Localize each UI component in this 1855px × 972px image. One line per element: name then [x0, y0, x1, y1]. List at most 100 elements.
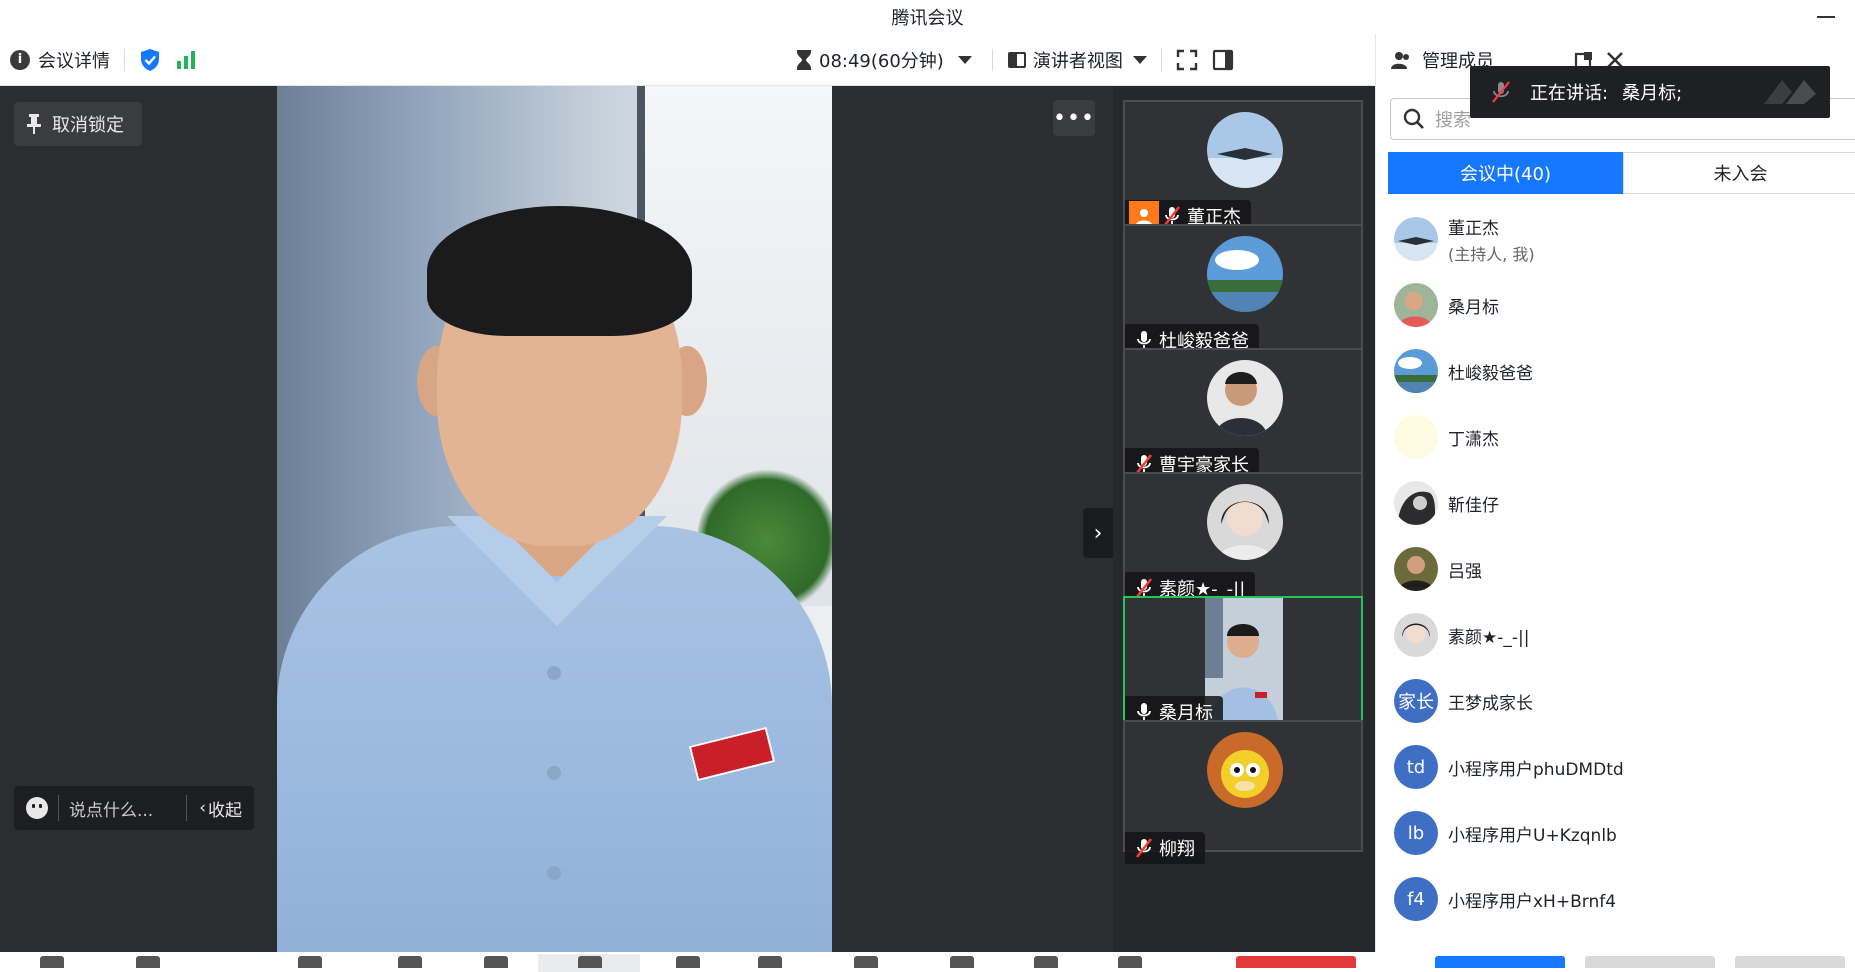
- chat-input[interactable]: 说点什么...: [69, 796, 186, 821]
- participant-thumbnails: 董正杰 杜峻毅爸爸 曹宇豪家长 素颜★-_-|| 桑月标 柳翔: [1113, 86, 1375, 952]
- thumbnail-tile[interactable]: 素颜★-_-||: [1123, 472, 1363, 606]
- expand-gallery-button[interactable]: ›: [1083, 508, 1113, 558]
- member-text: 小程序用户xH+Brnf4: [1448, 887, 1616, 912]
- list-item[interactable]: 靳佳仔: [1376, 470, 1855, 536]
- thumbnail-tile[interactable]: 曹宇豪家长: [1123, 348, 1363, 482]
- pin-icon: [27, 114, 41, 134]
- sidebar-toggle-icon[interactable]: [1212, 49, 1234, 71]
- avatar-initials: 家长: [1398, 692, 1434, 713]
- security-shield-icon[interactable]: [139, 48, 161, 72]
- member-text: 吕强: [1448, 557, 1482, 582]
- speaking-name: 桑月标;: [1622, 83, 1683, 104]
- divider: [1160, 48, 1162, 71]
- main-video-stage: 取消锁定 ••• 说点什么... ‹ 收起 ›: [0, 86, 1113, 952]
- layout-grid-icon[interactable]: [1034, 956, 1058, 968]
- member-name: 丁潇杰: [1448, 429, 1499, 450]
- emoji-icon[interactable]: [26, 797, 48, 819]
- list-item[interactable]: f4 小程序用户xH+Brnf4: [1376, 866, 1855, 932]
- window-title: 腾讯会议: [891, 8, 964, 29]
- invite-icon[interactable]: [484, 956, 508, 968]
- list-item[interactable]: lb 小程序用户U+Kzqnlb: [1376, 800, 1855, 866]
- list-item[interactable]: 家长 王梦成家长: [1376, 668, 1855, 734]
- settings-icon[interactable]: [1118, 956, 1142, 968]
- mute-all-button[interactable]: [1585, 956, 1715, 968]
- collapse-chat-button[interactable]: ‹ 收起: [186, 795, 254, 821]
- hourglass-icon: [797, 49, 811, 70]
- minimize-icon[interactable]: [1817, 8, 1835, 26]
- thumbnail-tile[interactable]: 杜峻毅爸爸: [1123, 224, 1363, 358]
- list-item[interactable]: td 小程序用户phuDMDtd: [1376, 734, 1855, 800]
- thumbnail-name: 柳翔: [1159, 839, 1195, 860]
- member-name: 桑月标: [1448, 297, 1499, 318]
- unlock-pin-button[interactable]: 取消锁定: [14, 102, 142, 146]
- members-icon: [1391, 52, 1409, 69]
- avatar: [1394, 547, 1438, 591]
- meeting-timer[interactable]: 08:49(60分钟): [795, 47, 972, 73]
- meeting-details-label: 会议详情: [38, 50, 110, 72]
- security-icon[interactable]: [398, 956, 422, 968]
- avatar: [1394, 283, 1438, 327]
- meeting-toolbar: i 会议详情 08:49(60分钟) 演讲者视图: [0, 34, 1375, 86]
- unlock-label: 取消锁定: [52, 115, 124, 136]
- more-actions-button[interactable]: [1735, 956, 1845, 968]
- divider: [58, 795, 59, 821]
- timer-text: 08:49(60分钟): [819, 50, 944, 72]
- apps-icon[interactable]: [950, 956, 974, 968]
- speaker-video[interactable]: [277, 86, 832, 952]
- member-tabs: 会议中(40) 未入会: [1388, 152, 1855, 194]
- avatar: lb: [1394, 811, 1438, 855]
- member-text: 杜峻毅爸爸: [1448, 359, 1533, 384]
- view-mode-dropdown[interactable]: 演讲者视图: [1007, 47, 1147, 73]
- end-meeting-button[interactable]: [1236, 956, 1356, 968]
- chat-input-bar[interactable]: 说点什么... ‹ 收起: [14, 786, 254, 830]
- avatar: [1394, 349, 1438, 393]
- video-icon[interactable]: [136, 956, 160, 968]
- thumbnail-tile[interactable]: 柳翔: [1123, 720, 1363, 864]
- avatar: [1207, 484, 1283, 560]
- share-screen-icon[interactable]: [298, 956, 322, 968]
- list-item[interactable]: 杜峻毅爸爸: [1376, 338, 1855, 404]
- list-item[interactable]: 丁潇杰: [1376, 404, 1855, 470]
- raise-hand-icon[interactable]: [854, 956, 878, 968]
- avatar: [1394, 415, 1438, 459]
- chat-icon[interactable]: [676, 956, 700, 968]
- mic-muted-icon: [1492, 81, 1510, 103]
- avatar: [1207, 112, 1283, 188]
- member-role: (主持人, 我): [1448, 244, 1535, 264]
- thumbnail-tile[interactable]: 董正杰: [1123, 100, 1363, 234]
- title-bar: 腾讯会议: [0, 0, 1855, 34]
- chevron-left-icon: ‹: [199, 798, 206, 818]
- member-name: 杜峻毅爸爸: [1448, 363, 1533, 384]
- list-item[interactable]: 吕强: [1376, 536, 1855, 602]
- fullscreen-icon[interactable]: [1176, 49, 1198, 71]
- speaker-hair: [427, 206, 692, 336]
- meeting-details-button[interactable]: i 会议详情: [10, 47, 110, 73]
- avatar-initials: f4: [1407, 888, 1425, 910]
- member-name: 董正杰: [1448, 218, 1499, 239]
- list-item[interactable]: 素颜★-_-||: [1376, 602, 1855, 668]
- more-icon: •••: [1053, 105, 1095, 131]
- thumbnail-label: 柳翔: [1125, 832, 1205, 864]
- search-placeholder: 搜索: [1435, 110, 1471, 131]
- avatar: [1394, 481, 1438, 525]
- member-name: 素颜★-_-||: [1448, 627, 1530, 648]
- tab-in-meeting[interactable]: 会议中(40): [1388, 152, 1623, 194]
- list-item[interactable]: 桑月标: [1376, 272, 1855, 338]
- network-signal-icon[interactable]: [177, 50, 195, 69]
- record-icon[interactable]: [758, 956, 782, 968]
- manage-members-icon[interactable]: [578, 956, 602, 968]
- divider: [124, 48, 125, 71]
- member-name: 小程序用户phuDMDtd: [1448, 759, 1624, 780]
- avatar: [1207, 236, 1283, 312]
- more-options-button[interactable]: •••: [1053, 100, 1095, 136]
- collapse-label: 收起: [208, 800, 242, 821]
- tab-not-joined[interactable]: 未入会: [1623, 152, 1855, 194]
- invite-button[interactable]: [1435, 956, 1565, 968]
- mute-icon[interactable]: [40, 956, 64, 968]
- member-name: 小程序用户xH+Brnf4: [1448, 891, 1617, 912]
- list-item[interactable]: 董正杰 (主持人, 我): [1376, 206, 1855, 272]
- speaking-label: 正在讲话:: [1530, 83, 1609, 104]
- layout-icon: [1007, 51, 1026, 68]
- member-name: 靳佳仔: [1448, 495, 1499, 516]
- thumbnail-tile-active-speaker[interactable]: 桑月标: [1123, 596, 1363, 730]
